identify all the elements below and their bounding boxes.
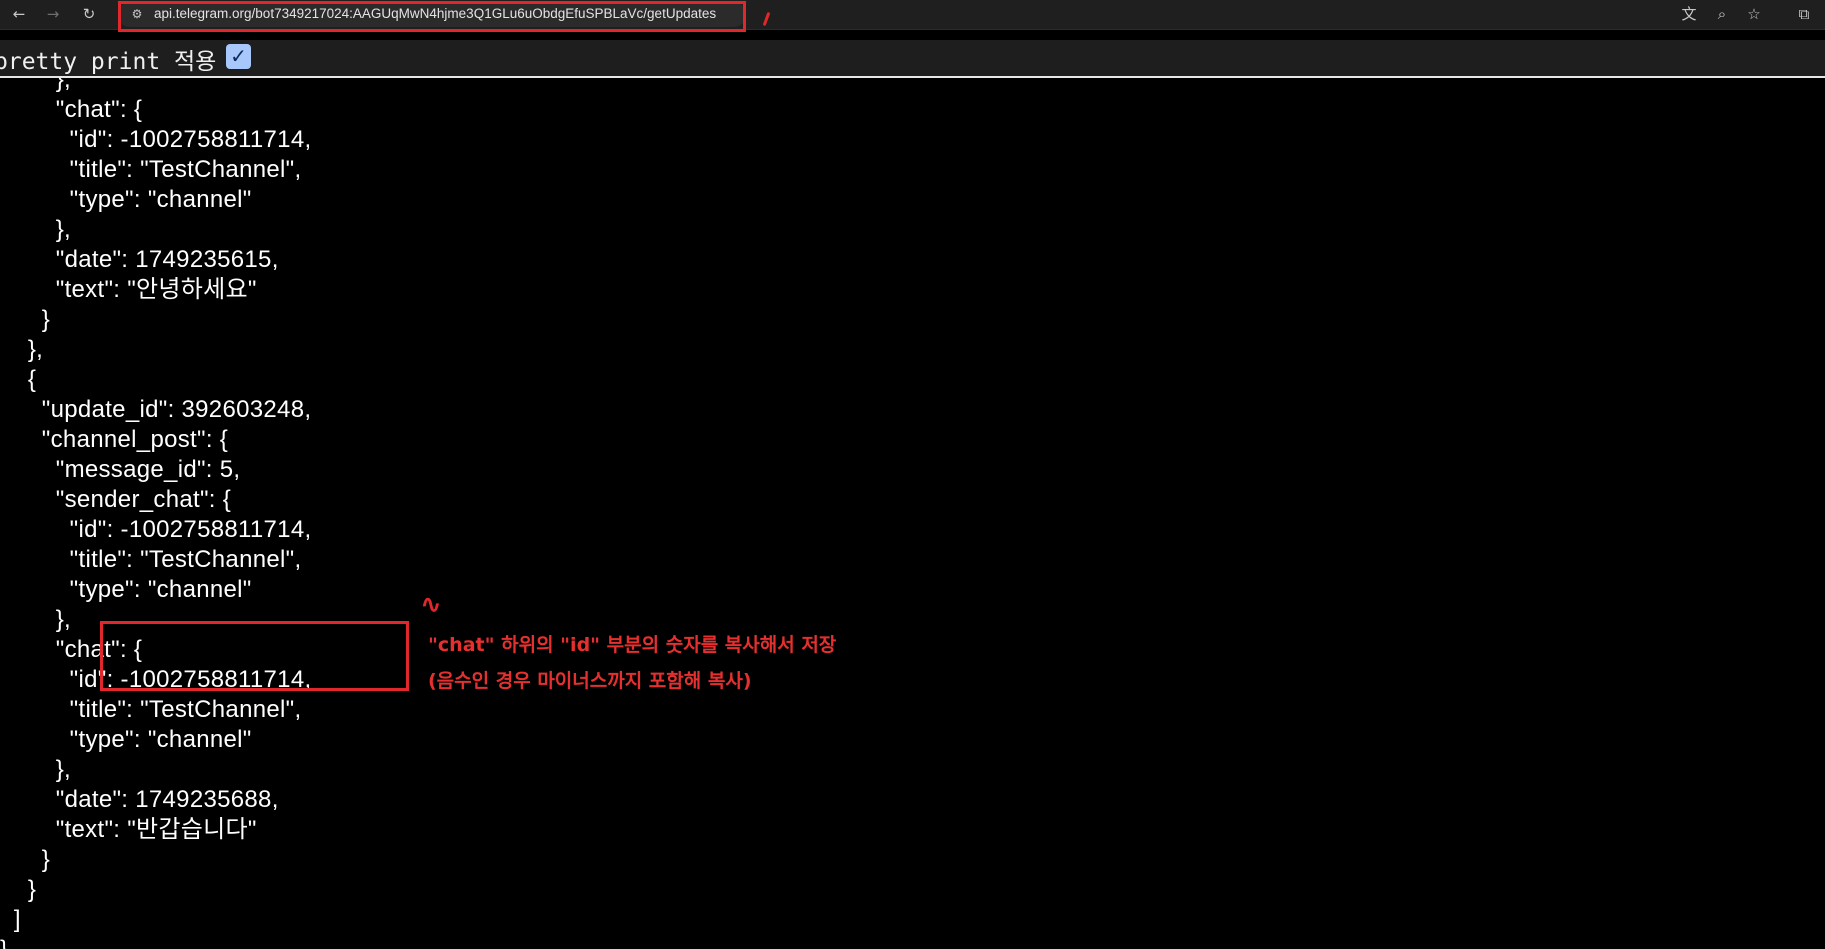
extensions-icon: ⧉ xyxy=(1798,5,1810,23)
arrow-left-icon: ← xyxy=(12,5,26,23)
star-icon: ☆ xyxy=(1747,5,1761,23)
json-line: { xyxy=(0,366,37,393)
json-line: ] xyxy=(0,906,21,933)
extensions-button[interactable]: ⧉ xyxy=(1792,3,1816,25)
zoom-icon: ⌕ xyxy=(1717,5,1727,23)
json-line: } xyxy=(0,846,51,873)
reload-icon: ↻ xyxy=(82,5,96,23)
pretty-print-label: pretty print 적용 xyxy=(0,49,217,75)
annotation-squiggle: ∿ xyxy=(420,590,442,620)
json-line: "type": "channel" xyxy=(0,576,252,603)
json-line: "update_id": 392603248, xyxy=(0,396,312,423)
zoom-button[interactable]: ⌕ xyxy=(1710,3,1734,25)
bookmark-button[interactable]: ☆ xyxy=(1742,3,1766,25)
json-line: "chat": { xyxy=(0,636,143,663)
tune-icon[interactable]: ⚙ xyxy=(128,5,146,23)
json-line: "id": -1002758811714, xyxy=(0,666,312,693)
json-line: "date": 1749235615, xyxy=(0,246,279,273)
json-line: "title": "TestChannel", xyxy=(0,156,302,183)
pretty-print-bar: pretty print 적용 xyxy=(0,40,1825,78)
json-line: } xyxy=(0,306,51,333)
checkmark-icon: ✓ xyxy=(230,44,247,68)
browser-toolbar: ← → ↻ ⚙ api.telegram.org/bot7349217024:A… xyxy=(0,0,1825,30)
reload-button[interactable]: ↻ xyxy=(78,3,100,25)
translate-button[interactable]: 文 xyxy=(1677,3,1701,25)
forward-button[interactable]: → xyxy=(42,3,64,25)
json-line: "sender_chat": { xyxy=(0,486,232,513)
json-line: "title": "TestChannel", xyxy=(0,546,302,573)
pretty-print-checkbox[interactable]: ✓ xyxy=(226,44,251,69)
back-button[interactable]: ← xyxy=(8,3,30,25)
json-line: }, xyxy=(0,216,72,243)
json-line: "id": -1002758811714, xyxy=(0,516,312,543)
address-bar[interactable]: ⚙ api.telegram.org/bot7349217024:AAGUqMw… xyxy=(118,2,746,27)
json-line: "text": "안녕하세요" xyxy=(0,276,257,303)
json-line: "text": "반갑습니다" xyxy=(0,816,257,843)
json-viewer: }, "chat": { "id": -1002758811714, "titl… xyxy=(0,78,1825,949)
json-line: } xyxy=(0,935,8,949)
json-line: }, xyxy=(0,78,72,93)
json-line: "date": 1749235688, xyxy=(0,786,279,813)
json-line: }, xyxy=(0,606,72,633)
annotation-note-1: "chat" 하위의 "id" 부분의 숫자를 복사해서 저장 xyxy=(428,634,837,656)
json-line: "type": "channel" xyxy=(0,186,252,213)
json-line: "chat": { xyxy=(0,96,143,123)
json-line: "message_id": 5, xyxy=(0,456,241,483)
json-line: } xyxy=(0,876,37,903)
annotation-note-2: (음수인 경우 마이너스까지 포함해 복사) xyxy=(428,670,752,692)
json-line: "title": "TestChannel", xyxy=(0,696,302,723)
json-line: "id": -1002758811714, xyxy=(0,126,312,153)
arrow-right-icon: → xyxy=(46,5,60,23)
json-line: }, xyxy=(0,756,72,783)
json-line: "type": "channel" xyxy=(0,726,252,753)
translate-icon: 文 xyxy=(1681,5,1697,23)
json-line: }, xyxy=(0,336,44,363)
url-text[interactable]: api.telegram.org/bot7349217024:AAGUqMwN4… xyxy=(154,6,716,21)
json-line: "channel_post": { xyxy=(0,426,229,453)
